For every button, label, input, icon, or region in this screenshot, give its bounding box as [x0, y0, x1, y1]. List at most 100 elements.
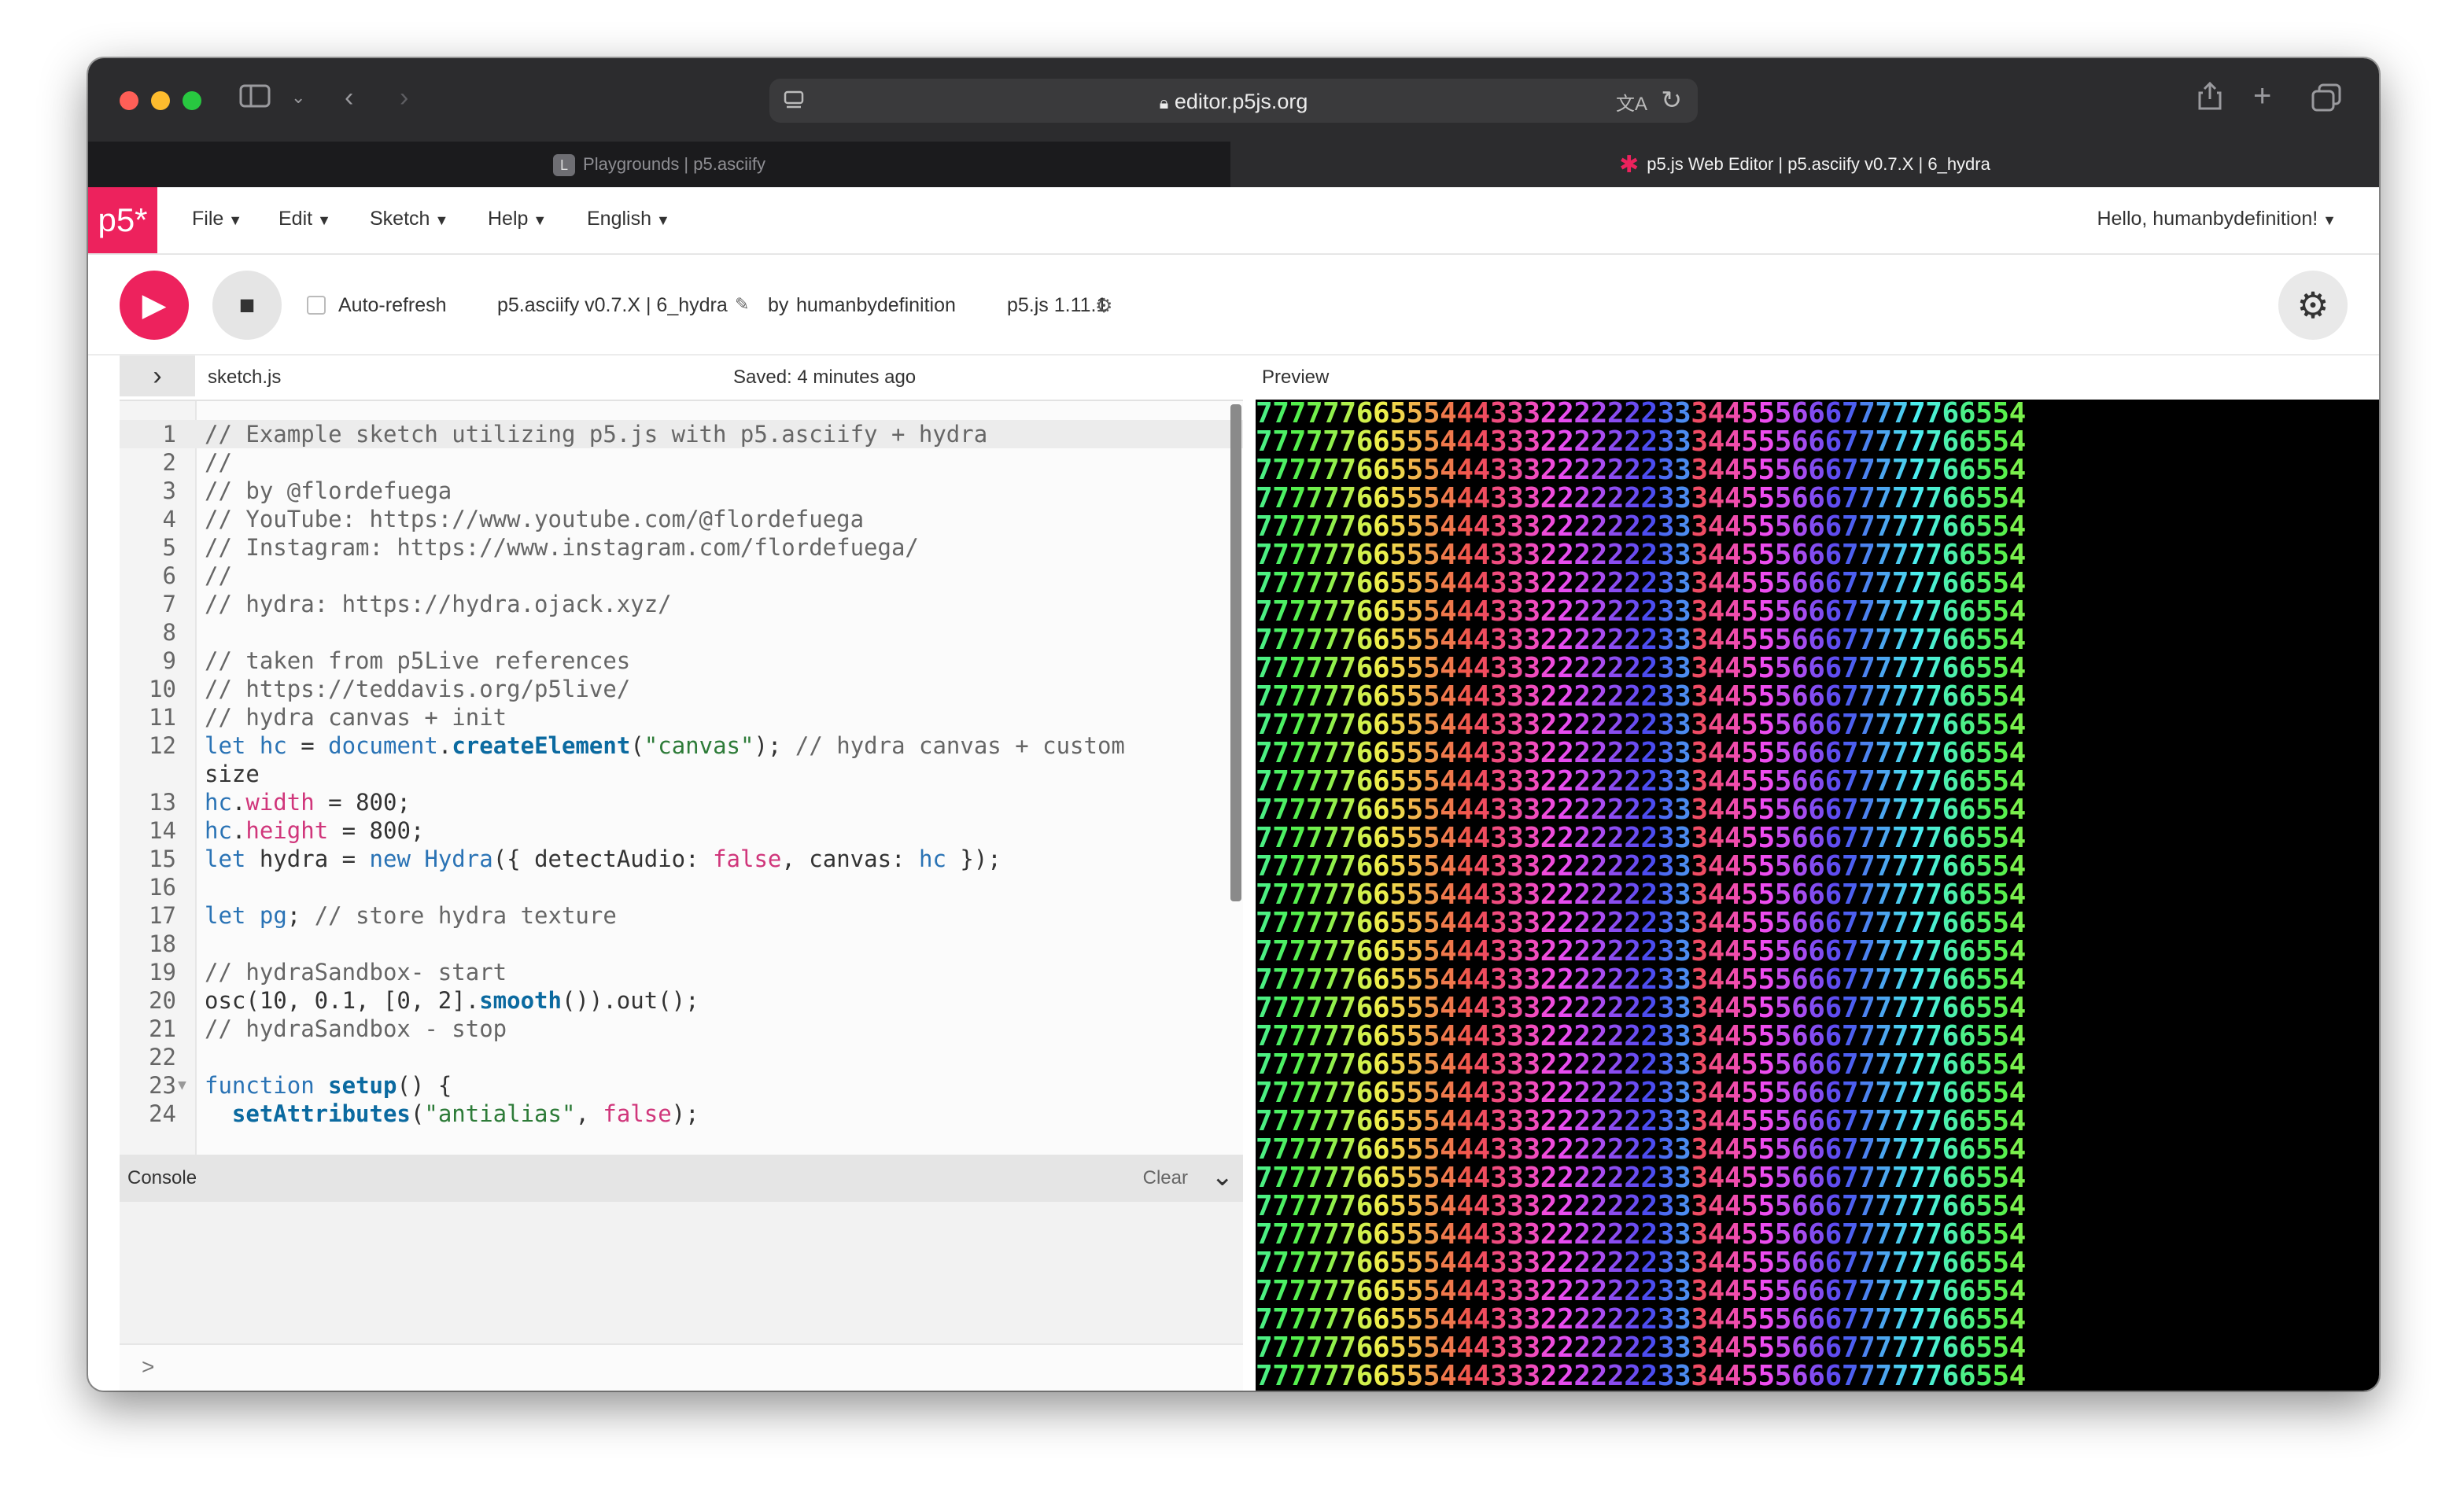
ascii-output: 7777776655544433322222223334455566677777… — [1256, 400, 2379, 1391]
ascii-row: 7777776655544433322222223334455566677777… — [1256, 1105, 2026, 1137]
stop-button[interactable]: ■ — [212, 271, 282, 340]
code-text: // — [205, 562, 232, 589]
address-bar[interactable]: 🔒︎ editor.p5js.org 文A ↻ — [769, 79, 1698, 123]
ascii-row: 7777776655544433322222223334455566677777… — [1256, 709, 2026, 741]
reload-icon[interactable]: ↻ — [1661, 85, 1682, 115]
code-line[interactable]: 19 // hydraSandbox- start — [120, 958, 1243, 986]
code-line[interactable]: 13 hc.width = 800; — [120, 788, 1243, 816]
forward-icon[interactable]: › — [400, 82, 408, 113]
console-clear-button[interactable]: Clear — [1143, 1167, 1188, 1189]
ascii-row: 7777776655544433322222223334455566677777… — [1256, 794, 2026, 826]
menu-language[interactable]: English ▼ — [587, 208, 670, 230]
ascii-row: 7777776655544433322222223334455566677777… — [1256, 822, 2026, 854]
author-link[interactable]: humanbydefinition — [796, 294, 956, 317]
chevron-down-icon[interactable]: ⌄ — [291, 82, 305, 113]
edit-name-icon[interactable]: ✎ — [735, 294, 749, 315]
expand-sidebar-button[interactable]: › — [120, 356, 195, 396]
user-menu[interactable]: Hello, humanbydefinition! ▼ — [2097, 208, 2337, 230]
code-editor[interactable]: 1 // Example sketch utilizing p5.js with … — [120, 400, 1243, 1156]
menu-edit[interactable]: Edit ▼ — [278, 208, 331, 230]
ascii-row: 7777776655544433322222223334455566677777… — [1256, 624, 2026, 656]
console-output — [120, 1202, 1243, 1343]
tab-playgrounds[interactable]: L Playgrounds | p5.asciify — [88, 142, 1230, 187]
code-line[interactable]: 1 // Example sketch utilizing p5.js with … — [120, 420, 1243, 448]
fold-arrow-icon[interactable]: ▼ — [178, 1071, 186, 1100]
code-line[interactable]: 22 — [120, 1043, 1243, 1071]
menu-file-label: File — [192, 208, 224, 230]
code-text: let hydra = new Hydra({ detectAudio: fal… — [205, 846, 1001, 872]
code-line[interactable]: 20 osc(10, 0.1, [0, 2].smooth()).out(); — [120, 986, 1243, 1015]
maximize-window-button[interactable] — [183, 91, 201, 110]
code-line[interactable]: 11 // hydra canvas + init — [120, 703, 1243, 731]
line-number: 23 — [149, 1072, 176, 1099]
auto-refresh-label: Auto-refresh — [338, 294, 447, 316]
code-line[interactable]: 21 // hydraSandbox - stop — [120, 1015, 1243, 1043]
code-line[interactable]: 15 let hydra = new Hydra({ detectAudio: f… — [120, 845, 1243, 873]
menu-sketch[interactable]: Sketch ▼ — [370, 208, 448, 230]
line-number: 19 — [149, 959, 176, 986]
code-line[interactable]: 7 // hydra: https://hydra.ojack.xyz/ — [120, 590, 1243, 618]
share-icon[interactable] — [2197, 80, 2223, 119]
code-line[interactable]: 24 setAttributes("antialias", false); — [120, 1100, 1243, 1128]
sketch-preview-canvas[interactable]: 7777776655544433322222223334455566677777… — [1256, 400, 2379, 1391]
editor-scrollbar[interactable] — [1230, 404, 1241, 901]
line-number: 15 — [149, 846, 176, 872]
line-number: 2 — [162, 449, 176, 476]
code-line[interactable]: 23 function setup() {▼ — [120, 1071, 1243, 1100]
menu-help[interactable]: Help ▼ — [488, 208, 547, 230]
tab-bar: L Playgrounds | p5.asciify ✱ p5.js Web Edi… — [88, 142, 2379, 187]
tab-overview-icon[interactable] — [2311, 83, 2341, 119]
caret-down-icon: ▼ — [434, 212, 449, 228]
code-text: // Instagram: https://www.instagram.com/… — [205, 534, 919, 561]
code-text: osc(10, 0.1, [0, 2].smooth()).out(); — [205, 987, 699, 1014]
new-tab-icon[interactable]: + — [2253, 80, 2271, 112]
code-line[interactable]: 17 let pg; // store hydra texture — [120, 901, 1243, 930]
code-line[interactable]: 6 // — [120, 562, 1243, 590]
ascii-row: 7777776655544433322222223334455566677777… — [1256, 1190, 2026, 1222]
code-line[interactable]: 3 // by @flordefuega — [120, 477, 1243, 505]
back-icon[interactable]: ‹ — [345, 82, 353, 113]
p5-logo[interactable]: p5* — [88, 187, 157, 253]
minimize-window-button[interactable] — [151, 91, 170, 110]
ascii-row: 7777776655544433322222223334455566677777… — [1256, 1020, 2026, 1052]
auto-refresh-checkbox[interactable] — [307, 296, 326, 315]
version-gear-icon[interactable]: ⚙ — [1095, 294, 1112, 318]
preview-label: Preview — [1262, 367, 1330, 388]
console-input[interactable]: > — [120, 1343, 1243, 1391]
ascii-row: 7777776655544433322222223334455566677777… — [1256, 1218, 2026, 1251]
p5-version[interactable]: p5.js 1.11.1 — [1007, 294, 1107, 317]
code-line[interactable]: size — [120, 760, 1243, 788]
code-line[interactable]: 18 — [120, 930, 1243, 958]
collapse-console-icon[interactable]: ⌄ — [1212, 1161, 1234, 1192]
saved-status: Saved: 4 minutes ago — [733, 367, 917, 388]
code-line[interactable]: 8 — [120, 618, 1243, 647]
ascii-row: 7777776655544433322222223334455566677777… — [1256, 510, 2026, 543]
play-icon: ▶ — [142, 288, 167, 322]
code-line[interactable]: 10 // https://teddavis.org/p5live/ — [120, 675, 1243, 703]
close-window-button[interactable] — [120, 91, 138, 110]
code-line[interactable]: 16 — [120, 873, 1243, 901]
menu-file[interactable]: File ▼ — [192, 208, 242, 230]
tab-p5-editor[interactable]: ✱ p5.js Web Editor | p5.asciify v0.7.X | … — [1230, 142, 2379, 187]
project-name[interactable]: p5.asciify v0.7.X | 6_hydra — [497, 294, 728, 317]
console-header: Console Clear ⌄ — [120, 1155, 1243, 1202]
file-name: sketch.js — [208, 367, 282, 388]
sidebar-icon[interactable] — [239, 83, 271, 116]
translate-icon[interactable]: 文A — [1616, 88, 1647, 116]
code-line[interactable]: 14 hc.height = 800; — [120, 816, 1243, 845]
code-line[interactable]: 12 let hc = document.createElement("canva… — [120, 731, 1243, 760]
ascii-row: 7777776655544433322222223334455566677777… — [1256, 879, 2026, 911]
ascii-row: 7777776655544433322222223334455566677777… — [1256, 539, 2026, 571]
code-line[interactable]: 5 // Instagram: https://www.instagram.com… — [120, 533, 1243, 562]
line-number: 16 — [149, 874, 176, 901]
code-line[interactable]: 2 // — [120, 448, 1243, 477]
code-line[interactable]: 4 // YouTube: https://www.youtube.com/@fl… — [120, 505, 1243, 533]
ascii-row: 7777776655544433322222223334455566677777… — [1256, 765, 2026, 798]
ascii-row: 7777776655544433322222223334455566677777… — [1256, 426, 2026, 458]
ascii-row: 7777776655544433322222223334455566677777… — [1256, 992, 2026, 1024]
code-line[interactable]: 9 // taken from p5Live references — [120, 647, 1243, 675]
settings-button[interactable]: ⚙ — [2278, 271, 2348, 340]
play-button[interactable]: ▶ — [120, 271, 189, 340]
line-number: 17 — [149, 902, 176, 929]
menu-sketch-label: Sketch — [370, 208, 430, 230]
